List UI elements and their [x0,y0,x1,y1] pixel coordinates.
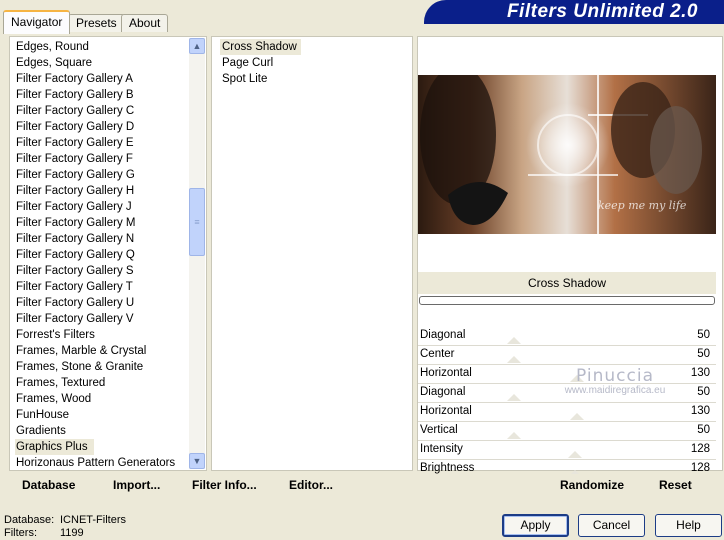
product-banner: Filters Unlimited 2.0 [424,0,724,24]
right-toolbar: Randomize Reset [417,474,721,497]
preview-caption: keep me my life [598,199,687,212]
filter-item[interactable]: Cross Shadow [220,39,301,55]
cancel-button[interactable]: Cancel [578,514,645,537]
slider-thumb-icon[interactable] [507,394,522,401]
category-item[interactable]: Frames, Wood [15,391,187,407]
category-item[interactable]: Frames, Stone & Granite [15,359,187,375]
filter-item[interactable]: Page Curl [220,55,301,71]
import-button[interactable]: Import... [113,478,160,492]
category-scrollbar[interactable]: ▲ ≡ ▼ [189,38,205,469]
preview-image: keep me my life [418,75,716,234]
category-list-panel: Edges, Round Edges, Square Filter Factory … [9,36,207,471]
banner-title: Filters Unlimited 2.0 [506,1,698,22]
progress-bar [419,296,715,305]
database-label: Database: [4,514,55,526]
category-item[interactable]: FunHouse [15,407,187,423]
tab-bar: Navigator Presets About [0,10,420,34]
category-item[interactable]: Filter Factory Gallery E [15,135,187,151]
category-item[interactable]: Filter Factory Gallery H [15,183,187,199]
parameter-value: 50 [697,329,710,341]
category-item[interactable]: Filter Factory Gallery M [15,215,187,231]
parameter-label: Horizontal [420,367,472,379]
database-button[interactable]: Database [22,478,75,492]
parameter-label: Horizontal [420,405,472,417]
category-item[interactable]: Edges, Square [15,55,187,71]
help-button[interactable]: Help [655,514,722,537]
category-item[interactable]: Filter Factory Gallery T [15,279,187,295]
category-item[interactable]: Filter Factory Gallery G [15,167,187,183]
category-item[interactable]: Forrest's Filters [15,327,187,343]
category-item[interactable]: Horizonaus Pattern Generators [15,455,187,471]
randomize-button[interactable]: Randomize [560,478,624,492]
database-value: ICNET-Filters [60,514,126,526]
slider-thumb-icon[interactable] [507,356,522,363]
parameter-list: Diagonal 50 Center 50 Horizontal 130 Diagonal 5… [418,327,716,479]
apply-button[interactable]: Apply [502,514,569,537]
watermark-name: Pinuccia [576,366,654,386]
category-list[interactable]: Edges, Round Edges, Square Filter Factory … [15,39,187,471]
parameter-value: 50 [697,424,710,436]
filters-count: 1199 [60,527,84,539]
scroll-thumb[interactable]: ≡ [189,188,205,256]
parameter-label: Diagonal [420,386,466,398]
editor-button[interactable]: Editor... [289,478,333,492]
parameter-slider[interactable]: Diagonal 50 [418,327,716,346]
filter-list[interactable]: Cross Shadow Page Curl Spot Lite [220,39,301,87]
reset-button[interactable]: Reset [659,478,692,492]
category-item[interactable]: Filter Factory Gallery U [15,295,187,311]
category-item[interactable]: Filter Factory Gallery S [15,263,187,279]
parameter-value: 130 [690,405,710,417]
category-item[interactable]: Frames, Marble & Crystal [15,343,187,359]
tab-about[interactable]: About [121,14,169,32]
slider-thumb-icon[interactable] [568,451,583,458]
category-item[interactable]: Filter Factory Gallery C [15,103,187,119]
category-item[interactable]: Frames, Textured [15,375,187,391]
parameter-label: Vertical [420,424,458,436]
category-item[interactable]: Filter Factory Gallery V [15,311,187,327]
category-item[interactable]: Filter Factory Gallery N [15,231,187,247]
left-toolbar: Database Import... Filter Info... Editor… [9,474,411,497]
filter-info-button[interactable]: Filter Info... [192,478,257,492]
category-item[interactable]: Gradients [15,423,187,439]
filter-item[interactable]: Spot Lite [220,71,301,87]
parameter-slider[interactable]: Vertical 50 [418,422,716,441]
parameter-label: Diagonal [420,329,466,341]
parameter-label: Brightness [420,462,475,474]
parameter-value: 128 [690,443,710,455]
parameter-slider[interactable]: Horizontal 130 [418,403,716,422]
slider-thumb-icon[interactable] [569,413,584,420]
category-item[interactable]: Filter Factory Gallery A [15,71,187,87]
preview-filter-name: Cross Shadow [418,272,716,294]
watermark: Pinuccia www.maidiregrafica.eu [530,366,700,396]
filters-label: Filters: [4,527,37,539]
category-item[interactable]: Graphics Plus [15,439,94,455]
scroll-down-arrow-icon[interactable]: ▼ [189,453,205,469]
tab-navigator[interactable]: Navigator [3,10,71,34]
category-item[interactable]: Filter Factory Gallery D [15,119,187,135]
category-item[interactable]: Filter Factory Gallery B [15,87,187,103]
category-item[interactable]: Filter Factory Gallery F [15,151,187,167]
category-item[interactable]: Filter Factory Gallery J [15,199,187,215]
category-item[interactable]: Edges, Round [15,39,187,55]
preview-panel: keep me my life Cross Shadow Diagonal 50 C… [417,36,723,479]
parameter-slider[interactable]: Center 50 [418,346,716,365]
parameter-slider[interactable]: Intensity 128 [418,441,716,460]
slider-thumb-icon[interactable] [507,432,522,439]
tab-presets[interactable]: Presets [68,14,125,32]
slider-thumb-icon[interactable] [507,337,522,344]
parameter-value: 128 [690,462,710,474]
filter-list-panel: Cross Shadow Page Curl Spot Lite [211,36,413,471]
parameter-label: Center [420,348,455,360]
watermark-url: www.maidiregrafica.eu [564,385,666,396]
category-item[interactable]: Filter Factory Gallery Q [15,247,187,263]
preview-artwork: keep me my life [420,75,702,234]
scroll-up-arrow-icon[interactable]: ▲ [189,38,205,54]
parameter-label: Intensity [420,443,463,455]
status-area: Database: ICNET-Filters Filters: 1199 [4,514,126,540]
parameter-value: 50 [697,348,710,360]
